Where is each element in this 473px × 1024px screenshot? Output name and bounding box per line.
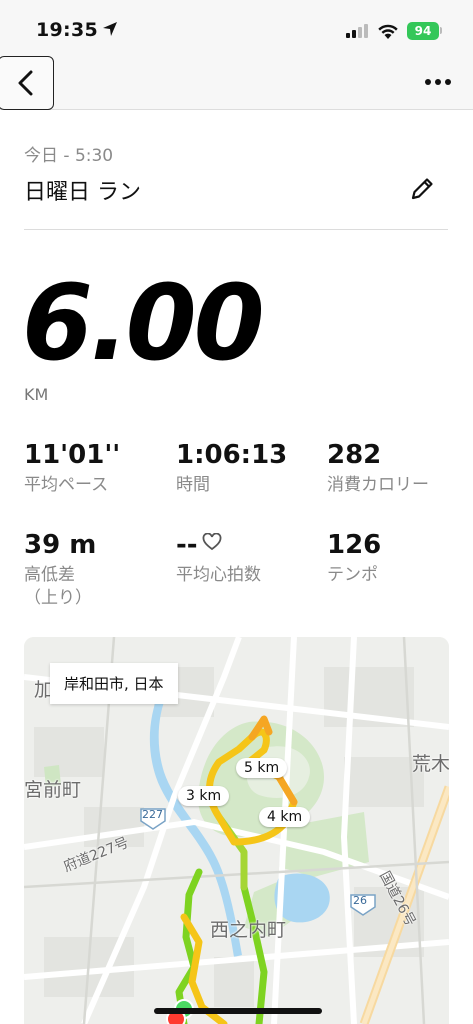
stat-value: 11'01'': [24, 440, 121, 470]
route-map[interactable]: 227 26 加 宮前町 荒木 西之内町 府道227号 国道26号 岸和田市, …: [24, 637, 449, 1024]
km-marker: 5 km: [236, 758, 288, 778]
map-label: 荒木: [412, 753, 449, 775]
distance-unit: KM: [24, 385, 49, 404]
stat-avg-heart-rate: -- 平均心拍数: [176, 530, 326, 587]
stat-value-text: --: [176, 530, 198, 560]
stat-label: 平均心拍数: [176, 565, 261, 585]
stat-value: 282: [327, 440, 382, 470]
heart-icon: [202, 533, 221, 551]
ellipsis-icon: [425, 79, 431, 85]
status-time: 19:35: [36, 19, 98, 41]
signal-icon: [346, 24, 368, 38]
stat-label: テンポ: [327, 565, 378, 585]
ellipsis-icon: [445, 79, 451, 85]
km-marker: 3 km: [178, 786, 230, 806]
stat-elevation: 39 m 高低差 （上り）: [24, 530, 174, 610]
stat-value: 1:06:13: [176, 440, 288, 470]
stat-calories: 282 消費カロリー: [327, 440, 473, 497]
wifi-icon: [378, 24, 398, 39]
stat-label: 時間: [176, 475, 210, 495]
ellipsis-icon: [435, 79, 441, 85]
stat-duration: 1:06:13 時間: [176, 440, 326, 497]
map-label: 宮前町: [24, 779, 82, 801]
home-indicator: [154, 1008, 322, 1014]
stat-value: 126: [327, 530, 382, 560]
battery-tip: [440, 27, 442, 34]
stat-label-sub: （上り）: [24, 588, 92, 608]
map-shield-label: 227: [142, 808, 163, 821]
more-options-button[interactable]: [421, 70, 455, 94]
map-shield-label: 26: [353, 894, 367, 907]
stat-avg-pace: 11'01'' 平均ペース: [24, 440, 174, 497]
distance-value: 6.00: [22, 262, 265, 384]
activity-title: 日曜日 ラン: [24, 180, 141, 205]
activity-date: 今日 - 5:30: [24, 146, 114, 166]
chevron-left-icon: [18, 70, 33, 96]
stat-label: 高低差: [24, 565, 75, 585]
map-label: 西之内町: [210, 919, 287, 941]
pencil-icon[interactable]: [408, 175, 436, 203]
stat-value: 39 m: [24, 530, 97, 560]
stat-cadence: 126 テンポ: [327, 530, 473, 587]
map-location-chip: 岸和田市, 日本: [50, 663, 178, 704]
location-arrow-icon: [103, 22, 117, 36]
stat-label: 平均ペース: [24, 475, 109, 495]
nav-bar: [0, 56, 473, 110]
divider: [24, 229, 448, 230]
stat-value: --: [176, 530, 326, 560]
battery-icon: 94: [407, 22, 439, 40]
stat-label: 消費カロリー: [327, 475, 429, 495]
back-button[interactable]: [0, 56, 54, 110]
km-marker: 4 km: [259, 807, 311, 827]
status-bar: 19:35 94: [0, 0, 473, 56]
